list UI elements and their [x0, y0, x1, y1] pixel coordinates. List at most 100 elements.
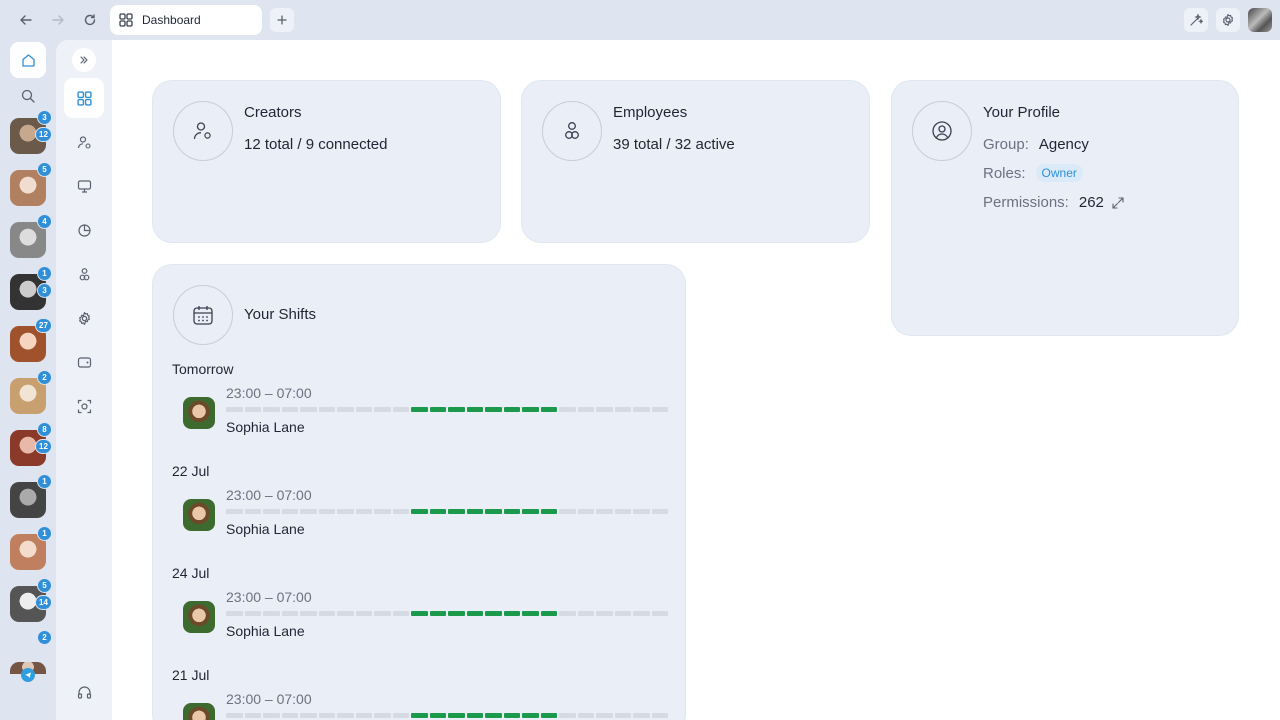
- nav-analytics[interactable]: [64, 210, 104, 250]
- shift-avatar: [183, 601, 215, 633]
- timeline-segment: [355, 509, 372, 514]
- timeline-segment: [318, 713, 335, 718]
- nav-scan[interactable]: [64, 386, 104, 426]
- permissions-label: Permissions:: [983, 194, 1069, 211]
- unread-count-badge: 1: [37, 526, 52, 541]
- shift-timeline: [226, 611, 668, 616]
- shift-time: 23:00 – 07:00: [226, 691, 312, 707]
- timeline-segment: [263, 407, 280, 412]
- settings-button[interactable]: [1216, 8, 1240, 32]
- timeline-segment: [281, 713, 298, 718]
- timeline-segment: [337, 407, 354, 412]
- timeline-segment: [429, 407, 446, 412]
- shift-row[interactable]: 23:00 – 07:00Sophia Lane: [183, 385, 673, 435]
- creators-card[interactable]: Creators 12 total / 9 connected: [152, 80, 501, 243]
- timeline-segment: [318, 407, 335, 412]
- timeline-segment: [633, 611, 650, 616]
- timeline-segment: [448, 509, 465, 514]
- timeline-segment: [300, 611, 317, 616]
- home-button[interactable]: [10, 42, 46, 78]
- sparkle-button[interactable]: [1184, 8, 1208, 32]
- timeline-segment: [651, 407, 668, 412]
- new-tab-button[interactable]: [270, 8, 294, 32]
- monitor-icon: [77, 179, 91, 193]
- timeline-segment: [596, 407, 613, 412]
- nav-creators[interactable]: [64, 122, 104, 162]
- forward-icon[interactable]: [48, 10, 68, 30]
- nav-settings[interactable]: [64, 298, 104, 338]
- shift-timeline: [226, 713, 668, 718]
- reload-icon[interactable]: [80, 10, 100, 30]
- timeline-segment: [540, 509, 557, 514]
- search-button[interactable]: [10, 78, 46, 114]
- shift-timeline: [226, 407, 668, 412]
- timeline-segment: [651, 713, 668, 718]
- timeline-segment: [448, 713, 465, 718]
- group-value: Agency: [1038, 136, 1089, 153]
- timeline-segment: [263, 611, 280, 616]
- timeline-segment: [466, 509, 483, 514]
- nav-sidebar: [56, 40, 112, 720]
- timeline-segment: [355, 407, 372, 412]
- group-label: Group:: [983, 136, 1029, 153]
- unread-count-badge: 2: [37, 630, 52, 645]
- telegram-icon[interactable]: [21, 668, 35, 682]
- shift-row[interactable]: 23:00 – 07:00Sophia Lane: [183, 691, 673, 720]
- tab-dashboard[interactable]: Dashboard: [110, 5, 262, 35]
- nav-employees[interactable]: [64, 254, 104, 294]
- user-avatar[interactable]: [1248, 8, 1272, 32]
- shift-day-label: 21 Jul: [172, 667, 210, 683]
- profile-title: Your Profile: [983, 104, 1060, 121]
- users-icon: [79, 267, 89, 280]
- timeline-segment: [392, 509, 409, 514]
- shift-row[interactable]: 23:00 – 07:00Sophia Lane: [183, 589, 673, 639]
- timeline-segment: [577, 611, 594, 616]
- employees-summary: 39 total / 32 active: [613, 136, 735, 153]
- timeline-segment: [244, 407, 261, 412]
- browser-topbar: Dashboard: [0, 0, 1280, 40]
- timeline-segment: [522, 509, 539, 514]
- unread-count-badge: 14: [35, 595, 52, 610]
- employees-card[interactable]: Employees 39 total / 32 active: [521, 80, 870, 243]
- timeline-segment: [281, 407, 298, 412]
- shift-row[interactable]: 23:00 – 07:00 Sophia Lane: [183, 487, 673, 537]
- profile-permissions-row: Permissions: 262: [983, 194, 1124, 211]
- timeline-segment: [559, 713, 576, 718]
- nav-dashboard[interactable]: [64, 78, 104, 118]
- timeline-segment: [633, 509, 650, 514]
- user-star-icon: [77, 135, 91, 149]
- timeline-segment: [374, 611, 391, 616]
- timeline-segment: [337, 509, 354, 514]
- timeline-segment: [466, 611, 483, 616]
- shift-creator-name: Sophia Lane: [226, 521, 305, 537]
- headphones-icon: [77, 685, 91, 699]
- expand-icon[interactable]: [1112, 196, 1124, 209]
- user-circle-icon: [912, 101, 972, 161]
- shift-timeline: [226, 509, 668, 514]
- shift-day-label: 22 Jul: [172, 463, 210, 479]
- timeline-segment: [281, 611, 298, 616]
- nav-monitor[interactable]: [64, 166, 104, 206]
- nav-wallet[interactable]: [64, 342, 104, 382]
- timeline-segment: [614, 713, 631, 718]
- timeline-segment: [355, 713, 372, 718]
- calendar-icon: [173, 285, 233, 345]
- home-icon: [21, 53, 35, 67]
- expand-sidebar-button[interactable]: [72, 48, 96, 72]
- timeline-segment: [337, 713, 354, 718]
- nav-support[interactable]: [64, 672, 104, 712]
- shifts-title: Your Shifts: [244, 306, 316, 323]
- timeline-segment: [374, 509, 391, 514]
- gear-icon: [78, 311, 90, 325]
- timeline-segment: [614, 509, 631, 514]
- shifts-card: Your Shifts Tomorrow 23:00 – 07:00 Sophia …: [152, 264, 686, 720]
- creator-rail: 3 12 5 4 1 3 27 2 8 12 1 1 5 14 2: [0, 40, 56, 720]
- shift-time: 23:00 – 07:00: [226, 487, 312, 503]
- shift-creator-name: Sophia Lane: [226, 419, 305, 435]
- timeline-segment: [281, 509, 298, 514]
- timeline-segment: [614, 407, 631, 412]
- timeline-segment: [300, 713, 317, 718]
- timeline-segment: [392, 713, 409, 718]
- unread-count-badge: 2: [37, 370, 52, 385]
- back-icon[interactable]: [16, 10, 36, 30]
